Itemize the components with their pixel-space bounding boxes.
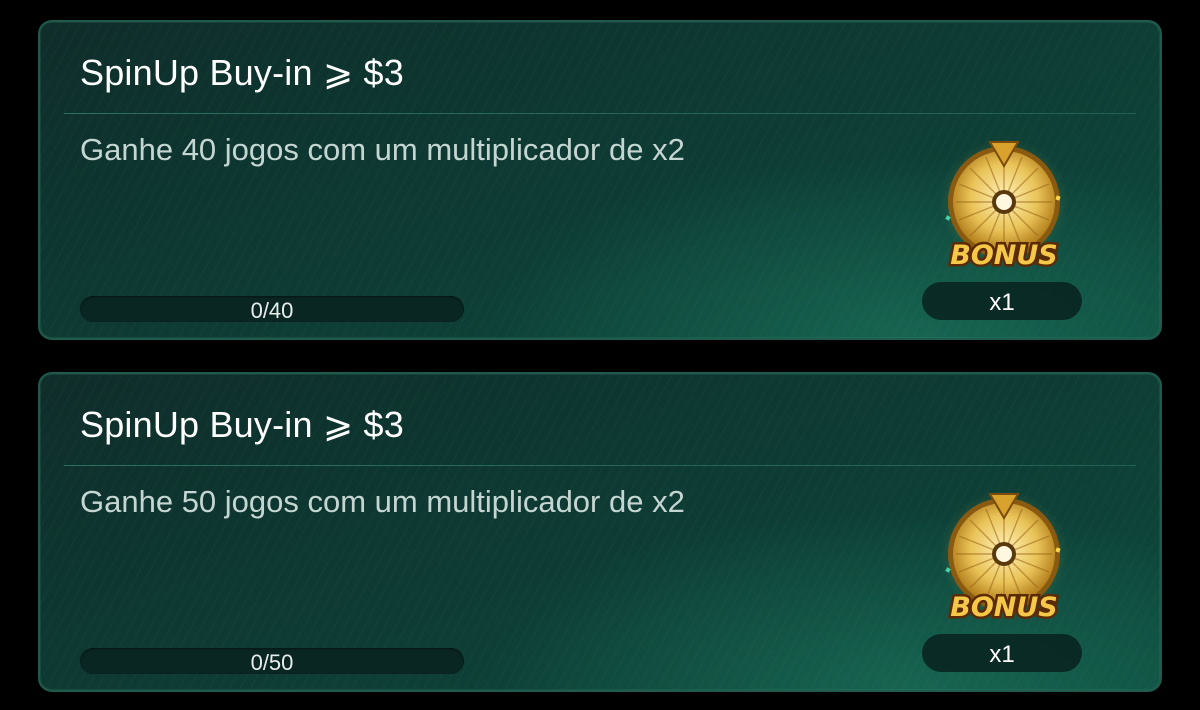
task-description: Ganhe 50 jogos com um multiplicador de x… <box>80 484 685 519</box>
task-title: SpinUp Buy-in ⩾ $3 <box>80 404 404 445</box>
reward-quantity: x1 <box>989 641 1015 668</box>
bonus-wheel-icon: BONUS BONUS <box>940 490 1068 626</box>
task-card: SpinUp Buy-in ⩾ $3 Ganhe 50 jogos com um… <box>38 372 1162 692</box>
progress-label: 0/40 <box>250 298 294 323</box>
task-card: SpinUp Buy-in ⩾ $3 Ganhe 40 jogos com um… <box>38 20 1162 340</box>
divider <box>64 113 1136 114</box>
progress-bar: 0/40 <box>80 296 464 323</box>
bonus-badge-text: BONUS <box>950 240 1058 271</box>
progress-label: 0/50 <box>250 650 294 675</box>
reward-quantity-pill: x1 <box>922 634 1082 672</box>
bonus-badge-text: BONUS <box>950 592 1058 623</box>
reward-quantity: x1 <box>989 289 1015 316</box>
task-title: SpinUp Buy-in ⩾ $3 <box>80 52 404 93</box>
bonus-wheel-icon: BONUS BONUS <box>940 138 1068 274</box>
progress-bar: 0/50 <box>80 648 464 675</box>
reward-quantity-pill: x1 <box>922 282 1082 320</box>
divider <box>64 465 1136 466</box>
task-description: Ganhe 40 jogos com um multiplicador de x… <box>80 132 685 167</box>
